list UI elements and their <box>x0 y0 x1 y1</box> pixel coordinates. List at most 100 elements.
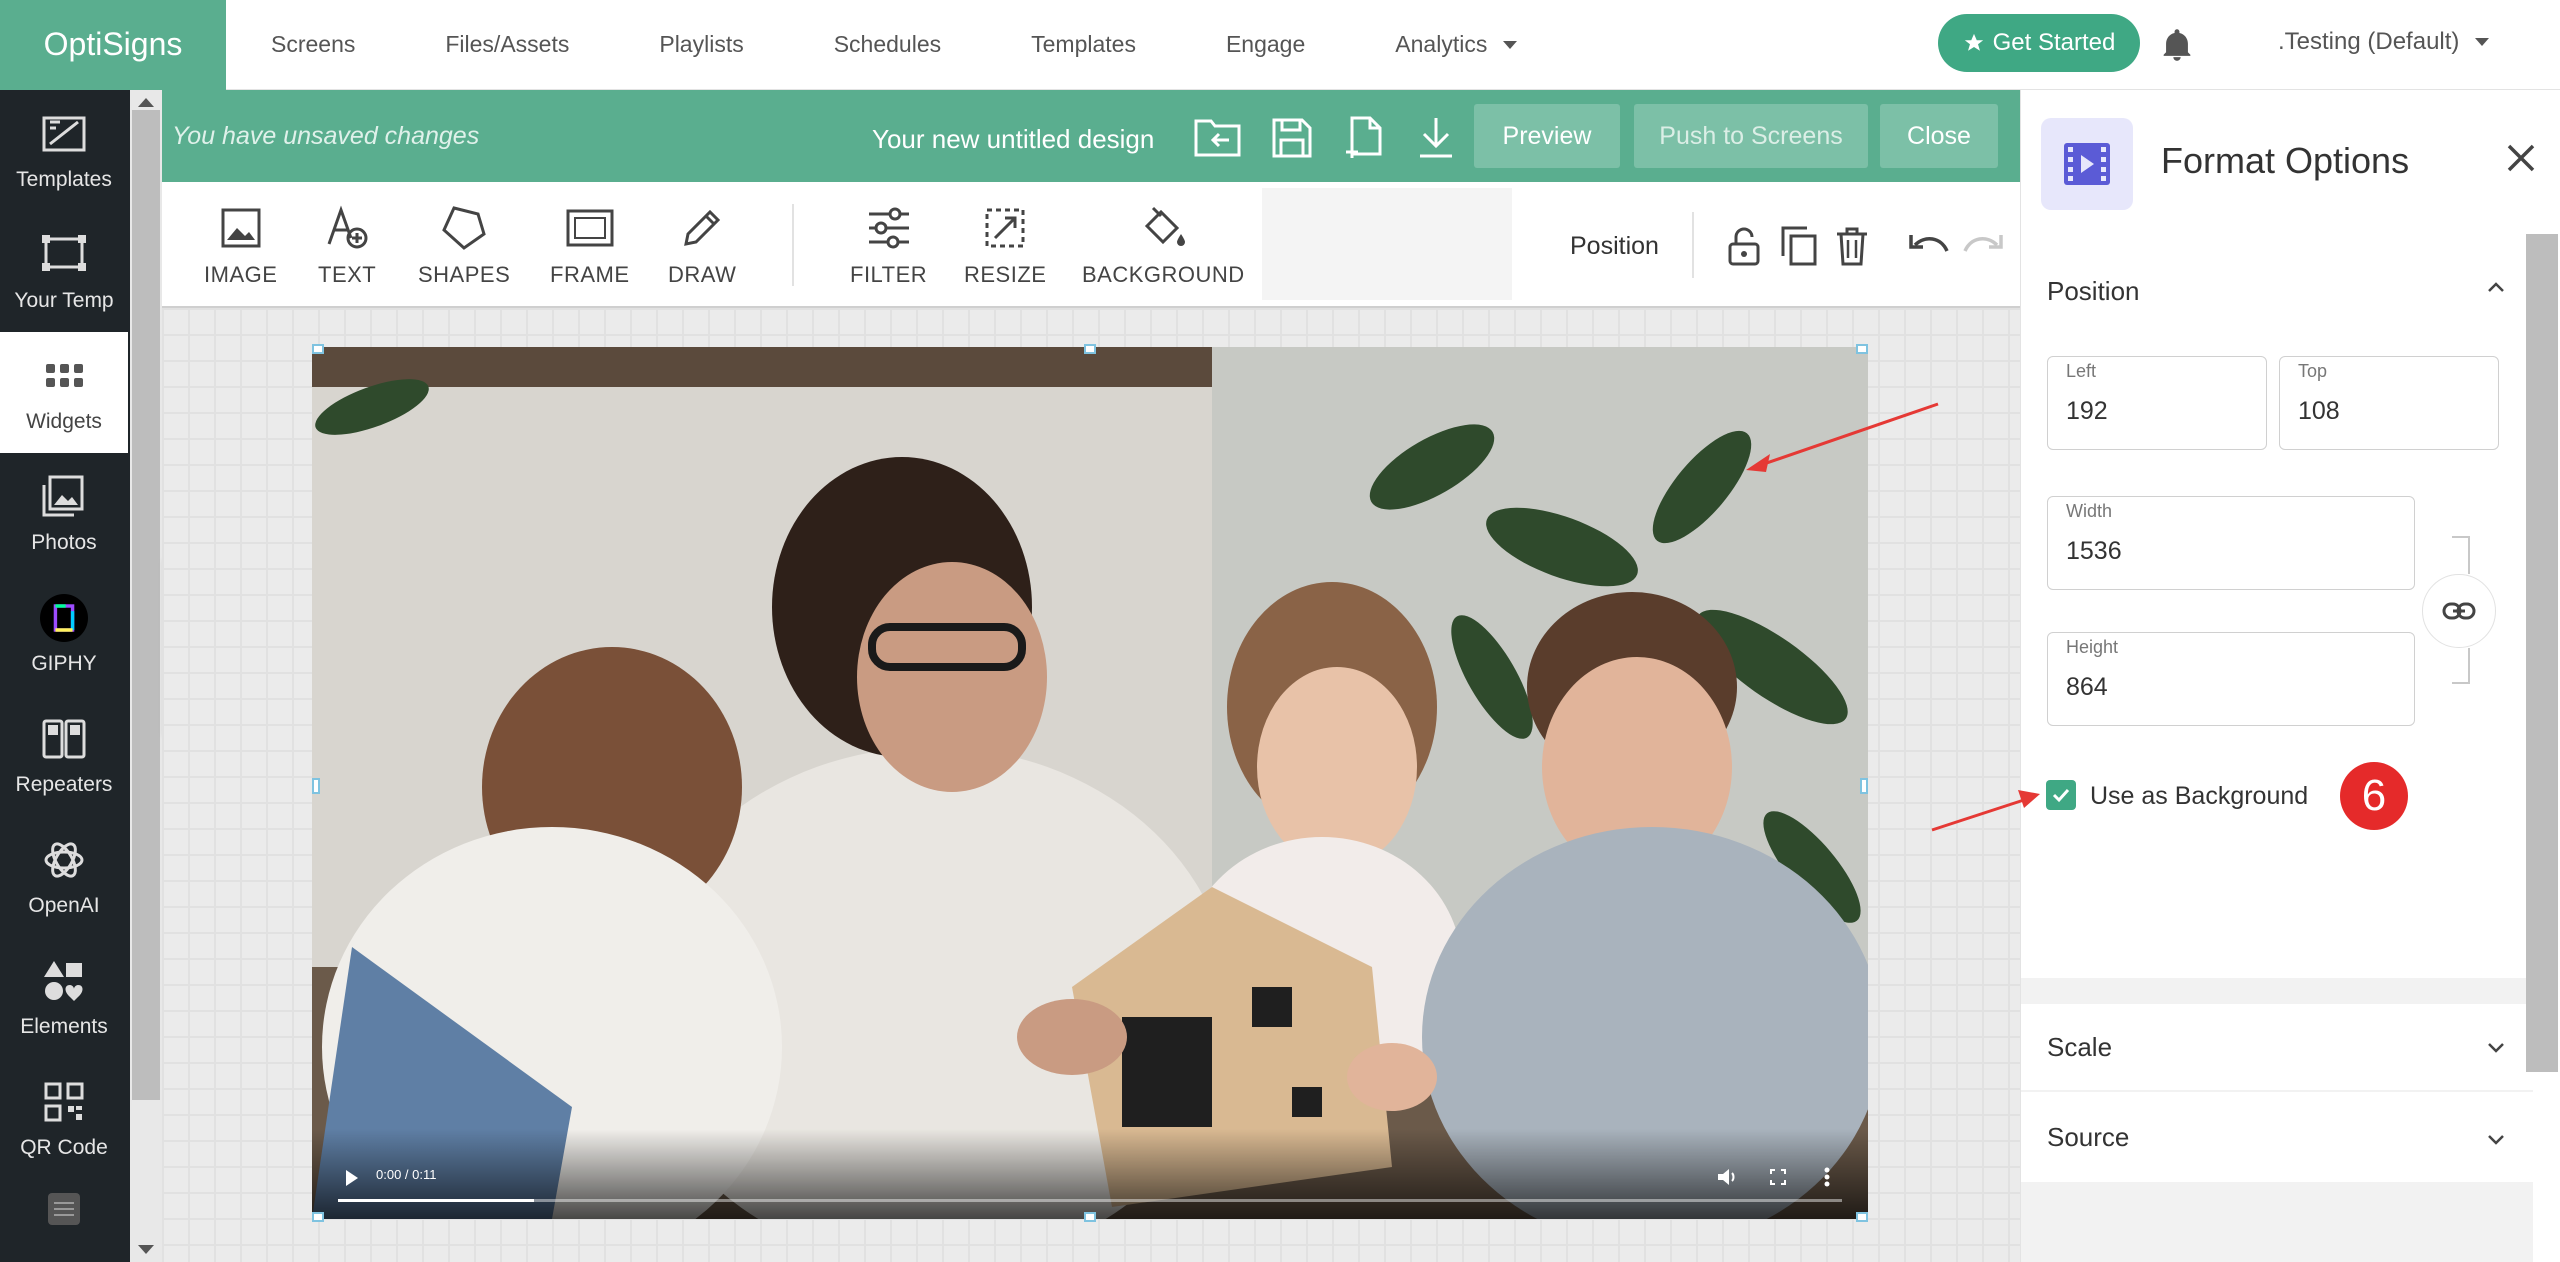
nav-templates[interactable]: Templates <box>986 31 1181 58</box>
source-section-title: Source <box>2047 1122 2130 1152</box>
video-film-icon <box>2041 118 2133 210</box>
save-as-icon[interactable] <box>1338 112 1390 164</box>
tool-text[interactable]: TEXT <box>318 200 376 288</box>
sidebar-item-label: QR Code <box>20 1135 108 1159</box>
resize-handle-right[interactable] <box>1860 778 1868 794</box>
resize-handle-bottom-right[interactable] <box>1856 1212 1868 1222</box>
volume-icon[interactable] <box>1716 1167 1738 1187</box>
fullscreen-icon[interactable] <box>1770 1169 1786 1185</box>
sidebar-item-elements[interactable]: Elements <box>0 937 128 1058</box>
tool-filter[interactable]: FILTER <box>850 200 927 288</box>
star-icon <box>1964 33 1983 51</box>
more-options-icon[interactable] <box>1824 1167 1830 1187</box>
sidebar-item-templates[interactable]: Templates <box>0 90 128 211</box>
tool-frame[interactable]: FRAME <box>550 200 630 288</box>
sidebar-item-your-templates[interactable]: Your Temp <box>0 211 128 332</box>
nav-playlists[interactable]: Playlists <box>614 31 788 58</box>
nav-links: Screens Files/Assets Playlists Schedules… <box>226 0 1562 90</box>
design-title[interactable]: Your new untitled design <box>872 124 1154 155</box>
use-as-background-checkbox[interactable] <box>2046 780 2076 810</box>
resize-handle-left[interactable] <box>312 778 320 794</box>
close-button[interactable]: Close <box>1880 104 1998 168</box>
nav-analytics-label: Analytics <box>1395 31 1488 57</box>
open-folder-icon[interactable] <box>1192 112 1244 164</box>
tool-image[interactable]: IMAGE <box>204 200 277 288</box>
position-menu[interactable]: Position <box>1570 232 1659 261</box>
trash-icon[interactable] <box>1830 224 1874 268</box>
undo-icon[interactable] <box>1908 224 1952 268</box>
save-icon[interactable] <box>1266 112 1318 164</box>
image-icon <box>213 200 269 256</box>
unlock-icon[interactable] <box>1722 224 1766 268</box>
get-started-button[interactable]: Get Started <box>1938 14 2140 72</box>
sidebar-scrollbar[interactable] <box>130 90 162 1262</box>
preview-button[interactable]: Preview <box>1474 104 1620 168</box>
close-icon[interactable] <box>2501 138 2541 178</box>
sidebar-item-widgets[interactable]: Widgets <box>0 332 128 453</box>
sidebar-item-repeaters[interactable]: Repeaters <box>0 695 128 816</box>
height-field-label: Height <box>2066 637 2119 657</box>
sidebar-item-label: GIPHY <box>31 651 97 675</box>
tool-background[interactable]: BACKGROUND <box>1082 200 1245 288</box>
height-field[interactable]: Height 864 <box>2047 632 2415 726</box>
video-progress-bar[interactable] <box>338 1199 1842 1202</box>
tool-draw[interactable]: DRAW <box>668 200 736 288</box>
left-field[interactable]: Left 192 <box>2047 356 2267 450</box>
sidebar-item-label: Elements <box>20 1014 108 1038</box>
get-started-label: Get Started <box>1992 29 2116 56</box>
account-name: .Testing (Default) <box>2278 28 2460 55</box>
tool-resize[interactable]: RESIZE <box>964 200 1046 288</box>
resize-handle-top-left[interactable] <box>312 344 324 354</box>
elements-icon <box>40 957 88 1005</box>
widgets-icon <box>40 352 88 400</box>
sidebar-item-photos[interactable]: Photos <box>0 453 128 574</box>
width-field-value[interactable]: 1536 <box>2066 537 2122 566</box>
resize-handle-bottom-left[interactable] <box>312 1212 324 1222</box>
top-field[interactable]: Top 108 <box>2279 356 2499 450</box>
resize-handle-top[interactable] <box>1084 344 1096 354</box>
chevron-up-icon[interactable] <box>2485 276 2507 298</box>
sidebar-item-label: Templates <box>16 167 112 191</box>
scroll-up-icon[interactable] <box>138 98 154 107</box>
sidebar-item-label: Repeaters <box>15 772 113 796</box>
tool-label: IMAGE <box>204 262 278 287</box>
position-section-title[interactable]: Position <box>2047 276 2140 307</box>
resize-handle-top-right[interactable] <box>1856 344 1868 354</box>
sidebar-item-more[interactable] <box>0 1179 128 1249</box>
video-element[interactable]: 0:00 / 0:11 <box>312 347 1868 1219</box>
tool-label: SHAPES <box>418 262 511 287</box>
nav-screens[interactable]: Screens <box>226 31 400 58</box>
sidebar-item-giphy[interactable]: GIPHY <box>0 574 128 695</box>
toolbar-divider <box>792 204 794 286</box>
scale-section[interactable]: Scale <box>2021 1004 2533 1090</box>
account-menu[interactable]: .Testing (Default) <box>2278 28 2490 56</box>
paint-bucket-icon <box>1135 200 1191 256</box>
nav-engage[interactable]: Engage <box>1181 31 1350 58</box>
play-icon[interactable] <box>344 1169 360 1187</box>
resize-handle-bottom[interactable] <box>1084 1212 1096 1222</box>
panel-scrollbar[interactable] <box>2526 234 2558 1072</box>
aspect-ratio-lock-button[interactable] <box>2422 574 2496 648</box>
brand-logo[interactable]: OptiSigns <box>0 0 226 90</box>
sidebar-scroll-thumb[interactable] <box>132 110 160 1100</box>
scroll-down-icon[interactable] <box>138 1245 154 1254</box>
height-field-value[interactable]: 864 <box>2066 673 2108 702</box>
bell-icon[interactable] <box>2162 28 2192 62</box>
tool-shapes[interactable]: SHAPES <box>418 200 510 288</box>
use-as-background-label[interactable]: Use as Background <box>2090 782 2308 811</box>
sidebar-item-qr-code[interactable]: QR Code <box>0 1058 128 1179</box>
nav-files-assets[interactable]: Files/Assets <box>400 31 614 58</box>
openai-icon <box>40 836 88 884</box>
push-to-screens-button[interactable]: Push to Screens <box>1634 104 1868 168</box>
left-field-value[interactable]: 192 <box>2066 397 2108 426</box>
nav-schedules[interactable]: Schedules <box>789 31 986 58</box>
sidebar-item-openai[interactable]: OpenAI <box>0 816 128 937</box>
download-icon[interactable] <box>1410 112 1462 164</box>
tool-label: DRAW <box>668 262 737 287</box>
redo-icon[interactable] <box>1960 224 2004 268</box>
width-field[interactable]: Width 1536 <box>2047 496 2415 590</box>
duplicate-icon[interactable] <box>1776 224 1820 268</box>
nav-analytics[interactable]: Analytics <box>1350 31 1562 58</box>
top-field-value[interactable]: 108 <box>2298 397 2340 426</box>
source-section[interactable]: Source <box>2021 1092 2533 1182</box>
